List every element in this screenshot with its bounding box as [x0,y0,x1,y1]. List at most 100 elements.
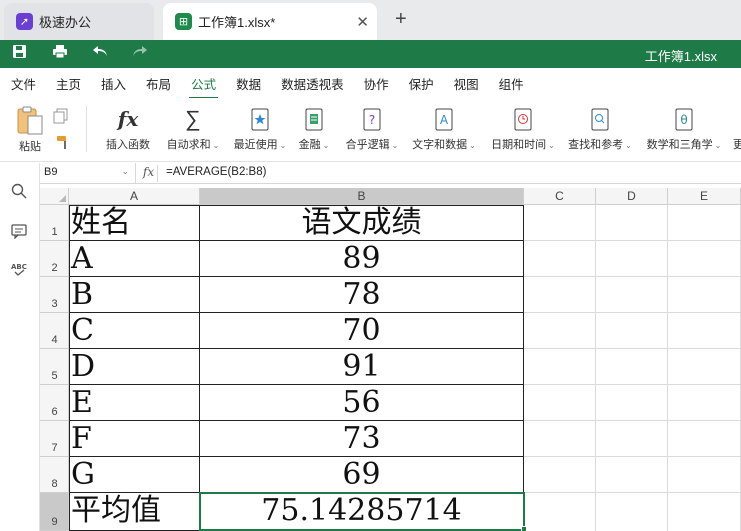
cell-a5[interactable]: D [70,349,199,385]
chevron-down-icon: ⌄ [322,141,330,150]
more-button[interactable]: 更 [733,98,741,152]
chevron-down-icon: ⌄ [279,141,287,150]
lookup-button[interactable]: 查找和参考 ⌄ [564,98,636,152]
cell-a3[interactable]: B [70,277,199,313]
recent-button[interactable]: 最近使用 ⌄ [229,98,291,152]
copy-icon[interactable] [53,98,73,124]
menu-formula[interactable]: 公式 [189,74,219,99]
cell-b5[interactable]: 91 [200,349,523,385]
spellcheck-icon[interactable]: ABC [11,261,29,281]
column-header-d[interactable]: D [596,188,668,205]
formula-input[interactable]: =AVERAGE(B2:B8) [166,166,266,178]
new-tab-button[interactable]: + [395,8,407,31]
row-header[interactable]: 1 [40,205,69,241]
menu-layout[interactable]: 布局 [146,74,171,93]
autosum-button[interactable]: ∑ 自动求和 ⌄ [162,98,224,152]
math-button[interactable]: θ 数学和三角学 ⌄ [642,98,726,152]
undo-icon[interactable] [92,44,108,62]
clock-book-icon [514,108,532,131]
cell-a4[interactable]: C [70,313,199,349]
column-header-e[interactable]: E [668,188,741,205]
sheet-grid: A B C D E 1 2 3 4 5 6 7 8 9 姓名 语文成绩 A 89… [40,188,741,531]
menu-pivot-table[interactable]: 数据透视表 [281,74,344,93]
chevron-down-icon: ⌄ [714,141,722,150]
cell-b3[interactable]: 78 [200,277,523,313]
ribbon-divider [86,106,87,152]
column-header-c[interactable]: C [524,188,596,205]
sigma-icon: ∑ [185,106,201,131]
gridline [667,205,668,531]
question-book-icon: ? [363,108,381,131]
tab-strip: ➚ 极速办公 ⊞ 工作簿1.xlsx* ✕ + [0,0,741,40]
select-all-corner[interactable] [40,188,69,205]
print-icon[interactable] [52,44,68,63]
cell-b2[interactable]: 89 [200,241,523,277]
redo-icon[interactable] [132,44,148,62]
insert-function-button[interactable]: fx 插入函数 [102,98,154,152]
menu-view[interactable]: 视图 [454,74,479,93]
datetime-button[interactable]: 日期和时间 ⌄ [486,98,560,152]
insert-function-label: 插入函数 [106,139,150,151]
comment-icon[interactable] [11,223,27,243]
format-painter-icon[interactable] [53,134,73,153]
svg-text:ABC: ABC [11,263,27,271]
menu-collaborate[interactable]: 协作 [364,74,389,93]
finance-button[interactable]: 金融 ⌄ [296,98,332,152]
finance-label: 金融 [298,139,321,151]
row-header[interactable]: 9 [40,493,69,531]
cell-a7[interactable]: F [70,421,199,457]
svg-text:θ: θ [680,113,687,127]
row-header[interactable]: 8 [40,457,69,493]
datetime-label: 日期和时间 [491,139,547,151]
menu-file[interactable]: 文件 [11,74,36,93]
tab-workbook[interactable]: ⊞ 工作簿1.xlsx* ✕ [163,3,377,40]
chevron-down-icon: ⌄ [391,141,399,150]
column-header-b[interactable]: B [200,188,524,205]
row-header[interactable]: 3 [40,277,69,313]
svg-text:?: ? [369,113,375,127]
row-header[interactable]: 5 [40,349,69,385]
side-panel: ABC [0,163,40,531]
recent-label: 最近使用 [233,139,278,151]
close-icon[interactable]: ✕ [356,13,369,31]
fx-icon[interactable]: fx [140,165,158,182]
cell-b8[interactable]: 69 [200,457,523,493]
row-header[interactable]: 4 [40,313,69,349]
more-label: 更 [733,139,741,151]
cell-b1[interactable]: 语文成绩 [200,205,523,241]
gridline [595,205,596,531]
tab-workbook-label: 工作簿1.xlsx* [198,15,276,30]
logic-button[interactable]: ? 合乎逻辑 ⌄ [341,98,403,152]
cell-a2[interactable]: A [70,241,199,277]
name-box[interactable]: B9 ⌄ [40,163,136,184]
menu-protect[interactable]: 保护 [409,74,434,93]
cell-b6[interactable]: 56 [200,385,523,421]
chevron-down-icon: ⌄ [625,141,632,150]
text-data-button[interactable]: A 文字和数据 ⌄ [408,98,480,152]
chevron-down-icon: ⌄ [548,141,555,150]
menu-plugins[interactable]: 组件 [499,74,524,93]
chevron-down-icon: ⌄ [121,166,129,176]
search-icon[interactable] [11,183,27,203]
row-header[interactable]: 6 [40,385,69,421]
column-header-a[interactable]: A [69,188,200,205]
menu-data[interactable]: 数据 [236,74,261,93]
cell-a8[interactable]: G [70,457,199,493]
ribbon-toolbar: 粘贴 fx 插入函数 ∑ 自动求和⌄ 最近使用⌄ 金融⌄ ? 合乎逻辑⌄ [0,98,741,162]
row-header[interactable]: 7 [40,421,69,457]
tab-home[interactable]: ➚ 极速办公 [4,3,154,40]
row-header[interactable]: 2 [40,241,69,277]
menu-insert[interactable]: 插入 [101,74,126,93]
paste-button[interactable]: 粘贴 [10,98,50,154]
cell-b4[interactable]: 70 [200,313,523,349]
cell-a6[interactable]: E [70,385,199,421]
fx-icon: fx [117,107,139,131]
cell-b7[interactable]: 73 [200,421,523,457]
menu-home[interactable]: 主页 [56,74,81,93]
fill-handle[interactable] [521,526,527,531]
chevron-down-icon: ⌄ [212,141,220,150]
cell-a1[interactable]: 姓名 [70,205,199,241]
tab-home-label: 极速办公 [39,15,92,30]
save-icon[interactable] [12,44,27,63]
cell-a9[interactable]: 平均值 [70,493,199,529]
